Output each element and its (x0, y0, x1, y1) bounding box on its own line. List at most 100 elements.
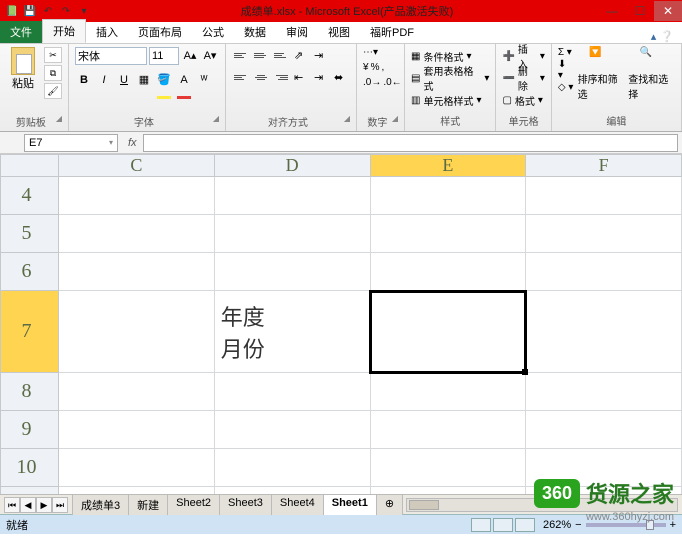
cell-D4[interactable] (214, 177, 370, 215)
name-box-dropdown-icon[interactable]: ▾ (109, 138, 113, 147)
column-header-F[interactable]: F (526, 155, 682, 177)
wrap-text-button[interactable]: ⇥ (312, 47, 330, 63)
row-header-6[interactable]: 6 (1, 253, 59, 291)
redo-icon[interactable]: ↷ (58, 3, 74, 19)
sheet-nav-next-icon[interactable]: ▶ (36, 497, 52, 513)
tab-home[interactable]: 开始 (42, 19, 86, 43)
delete-cells-button[interactable]: ➖删除 ▾ (502, 69, 544, 87)
scrollbar-thumb[interactable] (409, 500, 439, 510)
qat-dropdown-icon[interactable]: ▾ (76, 3, 92, 19)
cell-F8[interactable] (526, 373, 682, 411)
cell-D5[interactable] (214, 215, 370, 253)
format-as-table-button[interactable]: ▤套用表格格式 ▾ (411, 69, 489, 87)
cell-D9[interactable] (214, 411, 370, 449)
cell-E4[interactable] (370, 177, 526, 215)
align-center-icon[interactable] (252, 69, 270, 85)
currency-icon[interactable]: ¥ (363, 62, 369, 73)
cell-E5[interactable] (370, 215, 526, 253)
row-header-7[interactable]: 7 (1, 291, 59, 373)
cell-C5[interactable] (59, 215, 215, 253)
comma-icon[interactable]: , (381, 62, 384, 73)
row-header-5[interactable]: 5 (1, 215, 59, 253)
cell-D6[interactable] (214, 253, 370, 291)
phonetic-button[interactable]: ᵂ (195, 71, 213, 89)
formula-input[interactable] (143, 134, 678, 152)
cell-F4[interactable] (526, 177, 682, 215)
page-layout-view-icon[interactable] (493, 518, 513, 532)
italic-button[interactable]: I (95, 71, 113, 89)
clipboard-launcher-icon[interactable]: ◢ (56, 114, 62, 123)
alignment-launcher-icon[interactable]: ◢ (344, 114, 350, 123)
sheet-nav-last-icon[interactable]: ⏭ (52, 497, 68, 513)
align-top-icon[interactable] (232, 47, 250, 63)
normal-view-icon[interactable] (471, 518, 491, 532)
font-color-button[interactable]: A (175, 71, 193, 89)
format-painter-icon[interactable]: 🖌 (44, 83, 62, 99)
format-cells-button[interactable]: ▢格式 ▾ (502, 91, 542, 109)
copy-icon[interactable]: ⧉ (44, 65, 62, 81)
underline-button[interactable]: U (115, 71, 133, 89)
cell-E11[interactable] (370, 487, 526, 495)
percent-icon[interactable]: % (371, 62, 380, 73)
font-size-select[interactable] (149, 47, 179, 65)
ribbon-minimize-icon[interactable]: ▴ (651, 30, 657, 43)
autosum-icon[interactable]: Σ ▾ (558, 47, 574, 58)
sheet-tab-Sheet1[interactable]: Sheet1 (323, 494, 377, 515)
cell-F7[interactable] (526, 291, 682, 373)
fill-color-button[interactable]: 🪣 (155, 71, 173, 89)
cell-E10[interactable] (370, 449, 526, 487)
close-button[interactable]: ✕ (654, 1, 682, 21)
find-select-button[interactable]: 🔍 查找和选择 (628, 47, 675, 101)
maximize-button[interactable]: ☐ (626, 1, 654, 21)
undo-icon[interactable]: ↶ (40, 3, 56, 19)
tab-foxit-pdf[interactable]: 福昕PDF (360, 21, 424, 43)
align-bottom-icon[interactable] (272, 47, 290, 63)
fx-icon[interactable]: fx (128, 137, 137, 149)
cell-E9[interactable] (370, 411, 526, 449)
new-sheet-button[interactable]: ⊕ (376, 494, 403, 515)
cell-D11[interactable] (214, 487, 370, 495)
column-header-D[interactable]: D (214, 155, 370, 177)
column-header-E[interactable]: E (370, 155, 526, 177)
align-left-icon[interactable] (232, 69, 250, 85)
font-launcher-icon[interactable]: ◢ (213, 114, 219, 123)
tab-data[interactable]: 数据 (234, 21, 276, 43)
sheet-tab-成绩单3[interactable]: 成绩单3 (72, 494, 129, 515)
cell-F5[interactable] (526, 215, 682, 253)
row-header-4[interactable]: 4 (1, 177, 59, 215)
tab-review[interactable]: 审阅 (276, 21, 318, 43)
cell-styles-button[interactable]: ▥单元格样式 ▾ (411, 91, 481, 109)
cell-E8[interactable] (370, 373, 526, 411)
name-box[interactable]: E7▾ (24, 134, 118, 152)
row-header-11[interactable]: 11 (1, 487, 59, 495)
cut-icon[interactable]: ✂ (44, 47, 62, 63)
tab-formulas[interactable]: 公式 (192, 21, 234, 43)
shrink-font-icon[interactable]: A▾ (201, 47, 219, 65)
spreadsheet-grid[interactable]: CDEF4567年度 月份891011 (0, 154, 682, 494)
cell-C7[interactable] (59, 291, 215, 373)
column-header-C[interactable]: C (59, 155, 215, 177)
sheet-tab-Sheet2[interactable]: Sheet2 (167, 494, 220, 515)
tab-view[interactable]: 视图 (318, 21, 360, 43)
align-right-icon[interactable] (272, 69, 290, 85)
tab-page-layout[interactable]: 页面布局 (128, 21, 192, 43)
sort-filter-button[interactable]: 🔽 排序和筛选 (578, 47, 625, 101)
cell-C9[interactable] (59, 411, 215, 449)
zoom-slider[interactable] (586, 523, 666, 527)
clear-icon[interactable]: ◇ ▾ (558, 82, 574, 93)
cell-E6[interactable] (370, 253, 526, 291)
number-format-select[interactable]: ⋯▾ (363, 47, 378, 58)
cell-D7[interactable]: 年度 月份 (214, 291, 370, 373)
paste-button[interactable]: 粘贴 (6, 47, 40, 91)
grow-font-icon[interactable]: A▴ (181, 47, 199, 65)
cell-F9[interactable] (526, 411, 682, 449)
orientation-icon[interactable]: ⇗ (292, 47, 310, 63)
save-icon[interactable]: 💾 (22, 3, 38, 19)
decrease-decimal-icon[interactable]: .0← (383, 77, 401, 88)
help-icon[interactable]: ❔ (660, 30, 674, 43)
cell-C6[interactable] (59, 253, 215, 291)
tab-file[interactable]: 文件 (0, 21, 42, 43)
cell-C4[interactable] (59, 177, 215, 215)
tab-insert[interactable]: 插入 (86, 21, 128, 43)
cell-D8[interactable] (214, 373, 370, 411)
